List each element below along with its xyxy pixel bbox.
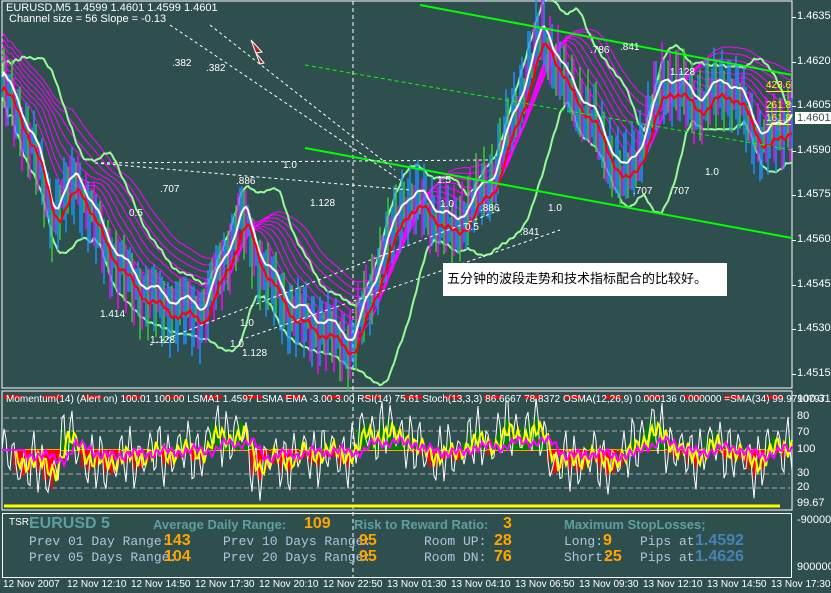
- price-tick: [792, 373, 796, 375]
- fib-level-label: .886: [236, 176, 256, 187]
- prev05-label: Prev 05 Days Range:: [29, 550, 178, 565]
- room-dn-label: Room DN:: [424, 550, 487, 565]
- fib-line: [209, 24, 396, 171]
- channel-info: Channel size = 56 Slope = -0.13: [9, 13, 167, 25]
- time-axis-label: 13 Nov 04:10: [451, 579, 511, 590]
- fib-level-label: 1.128: [242, 348, 268, 359]
- fib-level-label: 1.0: [705, 167, 719, 178]
- panel-axis-top: -9000000: [797, 514, 831, 526]
- fib-level-label: .786: [590, 45, 610, 56]
- fib-level-label: 1.128: [670, 67, 696, 78]
- time-axis-label: 13 Nov 17:30: [771, 579, 831, 590]
- indicator-axis-label: 30: [797, 467, 810, 479]
- fib-level-label: 1.0: [240, 318, 254, 329]
- prev05-value: 104: [164, 548, 191, 565]
- price-tick: [792, 329, 796, 331]
- indicator-axis-label: 100: [797, 443, 816, 455]
- fib-extension-label: 161.8: [766, 113, 792, 125]
- fib-level-label: .707: [633, 186, 653, 197]
- fib-line: [169, 24, 401, 181]
- long-label: Long:: [564, 534, 604, 549]
- time-axis-label: 12 Nov 20:10: [259, 579, 319, 590]
- room-dn-value: 76: [494, 548, 512, 565]
- time-axis-label: 13 Nov 14:50: [707, 579, 767, 590]
- adr-value: 109: [304, 515, 331, 532]
- fib-level-label: .841: [520, 227, 540, 238]
- room-up-label: Room UP:: [424, 534, 487, 549]
- price-tick: [792, 284, 796, 286]
- price-tick: [792, 150, 796, 152]
- fib-level-label: 1.128: [310, 198, 336, 209]
- fib-level-label: .382: [172, 58, 192, 69]
- fib-level-label: .707: [160, 184, 180, 195]
- time-axis-label: 12 Nov 12:10: [67, 579, 127, 590]
- fib-level-label: 0.5: [465, 222, 479, 233]
- fib-level-label: .382: [206, 63, 226, 74]
- tsr-tag: TSR: [9, 517, 29, 528]
- fib-level-label: 0.5: [129, 208, 143, 219]
- indicator-series: [1, 395, 793, 508]
- time-axis-label: 12 Nov 2007: [3, 579, 60, 590]
- max-stoploss-label: Maximum StopLosses;: [564, 517, 706, 532]
- time-axis-label: 12 Nov 14:50: [131, 579, 191, 590]
- fib-level-label: .707: [670, 186, 690, 197]
- fib-level-label: 1.0: [440, 199, 454, 210]
- pips-label-2: Pips at: [640, 550, 695, 565]
- fib-level-label: 1.414: [100, 309, 126, 320]
- fib-level-label: .841: [620, 42, 640, 53]
- time-axis-label: 13 Nov 06:50: [515, 579, 575, 590]
- pips-label-1: Pips at: [640, 534, 695, 549]
- price-tick: [792, 106, 796, 108]
- indicator-axis-label: 80: [797, 410, 810, 422]
- fib-level-label: 1.0: [283, 160, 297, 171]
- price-axis-label: 1.4560: [797, 233, 831, 245]
- price-axis-label: 1.4515: [797, 366, 831, 379]
- price-axis-label: 1.4635: [797, 10, 831, 22]
- short-value: 25: [604, 548, 622, 565]
- indicator-axis-label: 100.31: [797, 393, 831, 405]
- price-tick: [792, 61, 796, 63]
- indicator-header: Momentum(14) (Alert on) 100.01 100.00 LS…: [6, 394, 826, 405]
- indicator-axis-label: 20: [797, 481, 810, 493]
- current-price-label: 1.4601: [795, 112, 831, 124]
- price-axis-label: 1.4590: [797, 143, 831, 156]
- prev20-value: 95: [359, 548, 377, 565]
- price-axis-label: 1.4530: [797, 322, 831, 335]
- panel-axis-bottom: 9000000: [797, 561, 831, 573]
- time-axis-label: 13 Nov 12:10: [643, 579, 703, 590]
- adr-label: Average Daily Range:: [153, 517, 287, 532]
- fib-extension-label: 423.6: [766, 80, 792, 92]
- panel-symbol: EURUSD 5: [29, 515, 110, 532]
- cursor-arrow-icon: [250, 39, 265, 65]
- chart-canvas[interactable]: [0, 0, 831, 593]
- rr-value: 3: [503, 515, 512, 532]
- fib-level-label: 1.5: [437, 175, 451, 186]
- fib-level-label: 1.128: [150, 335, 176, 346]
- prev20-label: Prev 20 Days Range:: [223, 550, 372, 565]
- rr-label: Risk to Reward Ratio:: [354, 517, 489, 532]
- lower-band: [1, 96, 793, 387]
- indicator-axis-label: 70: [797, 426, 810, 438]
- channel-lower: [304, 147, 793, 239]
- prev10-label: Prev 10 Days Range:: [223, 534, 372, 549]
- time-axis-label: 12 Nov 17:30: [195, 579, 255, 590]
- fib-level-label: 1.0: [548, 203, 562, 214]
- fib-extension-label: 261.8: [766, 100, 792, 112]
- annotation-textbox[interactable]: 五分钟的波段走势和技术指标配合的比较好。: [443, 263, 727, 296]
- price-tick: [792, 240, 796, 241]
- price-tick: [792, 195, 796, 197]
- indicator-axis-label: 99.67: [797, 497, 825, 509]
- price-axis-label: 1.4575: [797, 188, 831, 201]
- time-axis-label: 13 Nov 01:30: [387, 579, 447, 590]
- time-axis-label: 12 Nov 22:50: [323, 579, 383, 590]
- price-tick: [792, 17, 796, 18]
- tsr-panel: TSR EURUSD 5 Average Daily Range: 109 Pr…: [2, 513, 792, 578]
- price-axis-label: 1.4605: [797, 99, 831, 112]
- price-axis-label: 1.4620: [797, 54, 831, 67]
- prev01-label: Prev 01 Day Range:: [29, 534, 170, 549]
- time-axis-label: 13 Nov 09:30: [579, 579, 639, 590]
- fib-level-label: .886: [480, 203, 500, 214]
- price-axis-label: 1.4545: [797, 277, 831, 290]
- pips-value-2: 1.4626: [695, 548, 744, 565]
